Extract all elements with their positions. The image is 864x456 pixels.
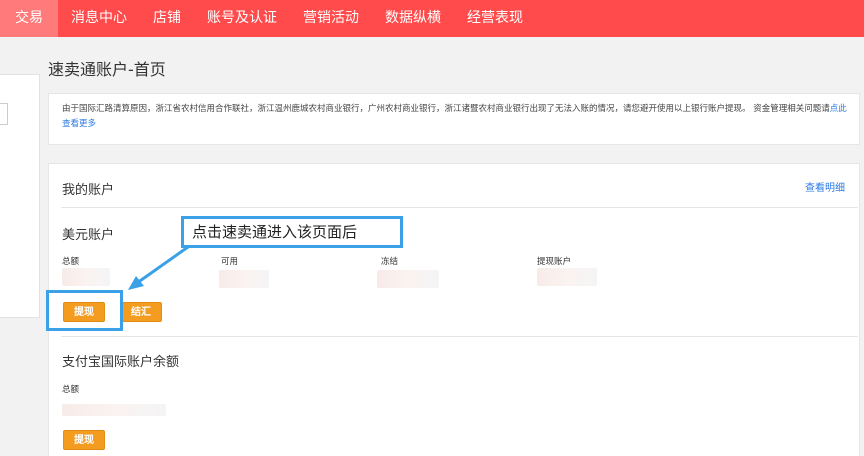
view-details-link[interactable]: 查看明细 (805, 179, 845, 194)
my-account-title: 我的账户 (62, 183, 115, 198)
available-label: 可用 (221, 257, 239, 267)
blurred-available-value (219, 270, 269, 288)
blurred-alipay-total-value (62, 404, 166, 416)
nav-item-trade[interactable]: 交易 (0, 0, 58, 37)
nav-item-marketing[interactable]: 营销活动 (290, 0, 372, 37)
alipay-total-label: 总额 (62, 385, 80, 395)
blurred-total-value (62, 268, 110, 286)
frozen-label: 冻结 (381, 257, 399, 267)
divider (61, 207, 858, 208)
nav-item-data[interactable]: 数据纵横 (372, 0, 454, 37)
blurred-frozen-value (377, 270, 439, 288)
top-nav: 交易 消息中心 店铺 账号及认证 营销活动 数据纵横 经营表现 (0, 0, 864, 37)
usd-account-title: 美元账户 (62, 228, 115, 243)
account-card: 我的账户 查看明细 美元账户 总额 可用 冻结 提现账户 提现 结汇 支付宝国际… (48, 163, 860, 456)
blurred-withdraw-account-value (537, 268, 597, 286)
notice-text: 由于国际汇路清算原因，浙江省农村信用合作联社，浙江温州鹿城农村商业银行，广州农村… (62, 104, 830, 114)
withdraw-highlight-box (46, 290, 123, 331)
sidebar (0, 74, 40, 318)
withdraw-account-label: 提现账户 (537, 257, 572, 267)
alipay-account-title: 支付宝国际账户余额 (62, 355, 180, 370)
notice-box: 由于国际汇路清算原因，浙江省农村信用合作联社，浙江温州鹿城农村商业银行，广州农村… (48, 93, 860, 145)
usd-exchange-button[interactable]: 结汇 (120, 302, 162, 322)
nav-item-store[interactable]: 店铺 (140, 0, 194, 37)
sidebar-search-input[interactable] (0, 103, 8, 125)
total-label: 总额 (62, 257, 80, 267)
alipay-withdraw-button[interactable]: 提现 (63, 430, 105, 450)
divider (61, 336, 858, 337)
nav-item-messages[interactable]: 消息中心 (58, 0, 140, 37)
page-title: 速卖通账户-首页 (48, 60, 166, 79)
annotation-callout: 点击速卖通进入该页面后 (181, 216, 403, 248)
nav-item-account-verification[interactable]: 账号及认证 (194, 0, 290, 37)
nav-item-performance[interactable]: 经营表现 (454, 0, 536, 37)
